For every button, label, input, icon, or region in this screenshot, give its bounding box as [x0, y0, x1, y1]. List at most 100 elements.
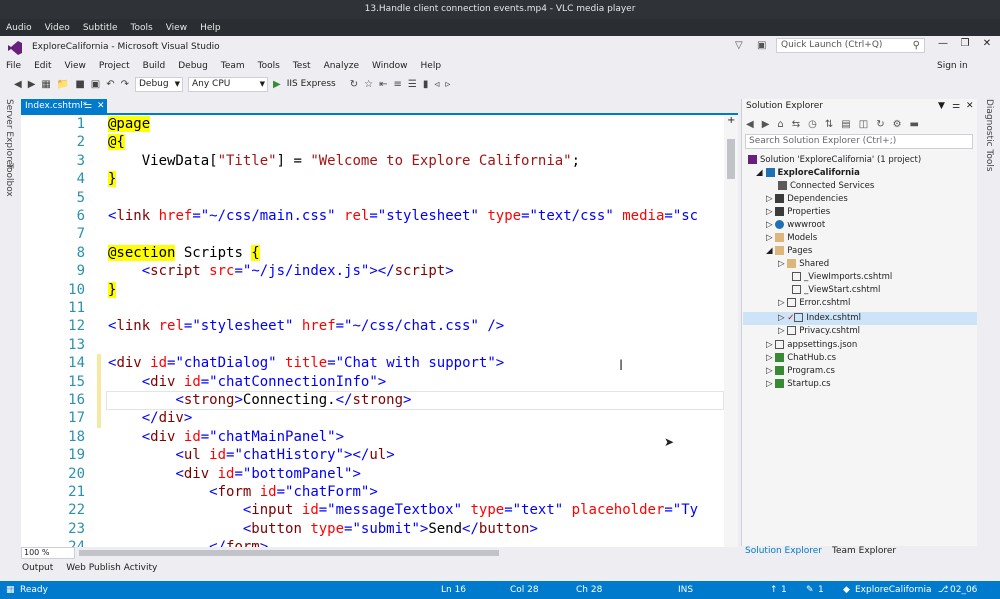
code-editor[interactable]: 1 2 3 4 5 6 7 8 9 10 11 12 13 14 15 16 1… [21, 115, 738, 547]
open-folder-icon[interactable]: 📁 [57, 79, 69, 90]
browser-link-icon[interactable]: ☆ [364, 79, 373, 90]
properties-icon[interactable]: ⚙ [893, 119, 902, 130]
vertical-scrollbar[interactable]: + [724, 115, 738, 547]
tab-web-publish[interactable]: Web Publish Activity [66, 563, 157, 573]
tree-item-solution[interactable]: Solution 'ExploreCalifornia' (1 project) [748, 154, 921, 167]
tree-item-program[interactable]: ▷ Program.cs [766, 365, 835, 378]
status-changes[interactable]: 1 [818, 581, 824, 599]
tree-item-pages[interactable]: ◢ Pages [766, 245, 812, 258]
tree-item-connected-services[interactable]: Connected Services [778, 180, 874, 193]
run-target-button[interactable]: IIS Express [287, 79, 336, 89]
save-all-icon[interactable]: ▣ [91, 79, 100, 90]
menu-window[interactable]: Window [372, 61, 408, 71]
menu-analyze[interactable]: Analyze [324, 61, 359, 71]
close-icon[interactable]: ✕ [97, 99, 105, 114]
redo-icon[interactable]: ↷ [121, 79, 129, 90]
tree-item-models[interactable]: ▷ Models [766, 232, 817, 245]
filter-icon[interactable]: ▽ [735, 40, 743, 51]
tree-item-appsettings[interactable]: ▷ appsettings.json [766, 339, 857, 352]
up-arrow-icon[interactable]: ↑ [770, 581, 778, 599]
format-icon[interactable]: ≡ [393, 79, 401, 90]
menu-edit[interactable]: Edit [34, 61, 51, 71]
pin-icon[interactable]: ⚌ [952, 101, 960, 111]
step-icon[interactable]: ⇤ [379, 79, 387, 90]
back-icon[interactable]: ◀ [14, 79, 22, 90]
tree-item-properties[interactable]: ▷ Properties [766, 206, 830, 219]
scroll-thumb[interactable] [727, 139, 735, 179]
menu-build[interactable]: Build [143, 61, 166, 71]
close-icon[interactable]: ✕ [976, 38, 998, 49]
quick-launch-input[interactable]: Quick Launch (Ctrl+Q) ⚲ [776, 38, 925, 53]
undo-icon[interactable]: ↶ [106, 79, 114, 90]
tree-item-wwwroot[interactable]: ▷ wwwroot [766, 219, 825, 232]
tree-item-dependencies[interactable]: ▷ Dependencies [766, 193, 848, 206]
home-icon[interactable]: ⌂ [777, 119, 783, 130]
tab-team-explorer[interactable]: Team Explorer [832, 546, 896, 556]
tree-item-privacy[interactable]: ▷ Privacy.cshtml [778, 325, 860, 338]
repo-icon[interactable]: ◆ [843, 581, 850, 599]
tree-item-index[interactable]: ▷ ✓ Index.cshtml [778, 312, 861, 325]
files-icon[interactable]: ◫ [859, 119, 868, 130]
diagnostic-tools-tab[interactable]: Diagnostic Tools [984, 99, 994, 172]
tree-item-error[interactable]: ▷ Error.cshtml [778, 297, 850, 310]
menu-tools[interactable]: Tools [258, 61, 280, 71]
bookmark-icon[interactable]: ▮ [423, 79, 429, 90]
server-explorer-tab[interactable]: Server Explorer [4, 99, 14, 169]
history-icon[interactable]: ◷ [808, 119, 817, 130]
menu-debug[interactable]: Debug [178, 61, 208, 71]
tree-item-viewstart[interactable]: _ViewStart.cshtml [792, 284, 880, 297]
tab-solution-explorer[interactable]: Solution Explorer [745, 546, 822, 556]
menu-team[interactable]: Team [221, 61, 245, 71]
status-unpushed[interactable]: 1 [781, 581, 787, 599]
feedback-icon[interactable]: ▣ [757, 40, 766, 51]
save-icon[interactable]: ■ [75, 79, 84, 90]
sync-icon[interactable]: ⇆ [792, 119, 800, 130]
forward-icon[interactable]: ▶ [762, 119, 770, 130]
tree-item-project[interactable]: ◢ ExploreCalifornia [756, 167, 860, 180]
refresh-icon[interactable]: ↻ [876, 119, 884, 130]
configuration-dropdown[interactable]: Debug ▼ [135, 76, 183, 92]
tab-index-cshtml[interactable]: Index.cshtml* ⚌ ✕ [21, 99, 107, 114]
status-branch[interactable]: 02_06 [950, 581, 977, 599]
vlc-menu-help[interactable]: Help [200, 23, 221, 33]
tree-item-viewimports[interactable]: _ViewImports.cshtml [792, 271, 892, 284]
refresh-icon[interactable]: ↻ [350, 79, 358, 90]
tree-item-shared[interactable]: ▷ Shared [778, 258, 829, 271]
vlc-menu-view[interactable]: View [166, 23, 187, 33]
pending-icon[interactable]: ⇅ [825, 119, 833, 130]
run-icon[interactable]: ▶ [273, 79, 281, 90]
restore-icon[interactable]: ❐ [954, 38, 976, 49]
zoom-dropdown[interactable]: 100 % [21, 547, 75, 559]
pencil-icon[interactable]: ✎ [806, 581, 814, 599]
dropdown-icon[interactable]: ▼ [938, 101, 945, 111]
platform-dropdown[interactable]: Any CPU ▼ [188, 76, 268, 92]
vlc-menu-subtitle[interactable]: Subtitle [83, 23, 118, 33]
vlc-menu-tools[interactable]: Tools [131, 23, 153, 33]
vlc-menu-video[interactable]: Video [45, 23, 70, 33]
menu-view[interactable]: View [65, 61, 86, 71]
tab-output[interactable]: Output [22, 563, 53, 573]
menu-help[interactable]: Help [421, 61, 442, 71]
collapse-icon[interactable]: ▤ [841, 119, 850, 130]
bookmark-next-icon[interactable]: ▹ [445, 79, 450, 90]
solution-search-input[interactable]: Search Solution Explorer (Ctrl+;) [745, 134, 973, 149]
split-icon[interactable]: + [727, 115, 735, 126]
pin-icon[interactable]: ⚌ [84, 99, 92, 114]
new-project-icon[interactable]: ▦ [41, 79, 50, 90]
minimize-icon[interactable]: — [932, 38, 954, 49]
back-icon[interactable]: ◀ [746, 119, 754, 130]
status-project[interactable]: ExploreCalifornia [855, 581, 932, 599]
bookmark-prev-icon[interactable]: ◃ [434, 79, 439, 90]
menu-project[interactable]: Project [99, 61, 130, 71]
horizontal-scrollbar[interactable] [79, 550, 499, 556]
tree-item-startup[interactable]: ▷ Startup.cs [766, 378, 831, 391]
comment-icon[interactable]: ☰ [408, 79, 417, 90]
menu-file[interactable]: File [6, 61, 21, 71]
sign-in-link[interactable]: Sign in [937, 61, 968, 71]
branch-icon[interactable]: ⎇ [938, 581, 948, 599]
toolbox-tab[interactable]: Toolbox [4, 163, 14, 197]
vlc-menu-audio[interactable]: Audio [6, 23, 32, 33]
forward-icon[interactable]: ▶ [28, 79, 36, 90]
tree-item-chathub[interactable]: ▷ ChatHub.cs [766, 352, 836, 365]
preview-icon[interactable]: ▬ [910, 119, 919, 130]
